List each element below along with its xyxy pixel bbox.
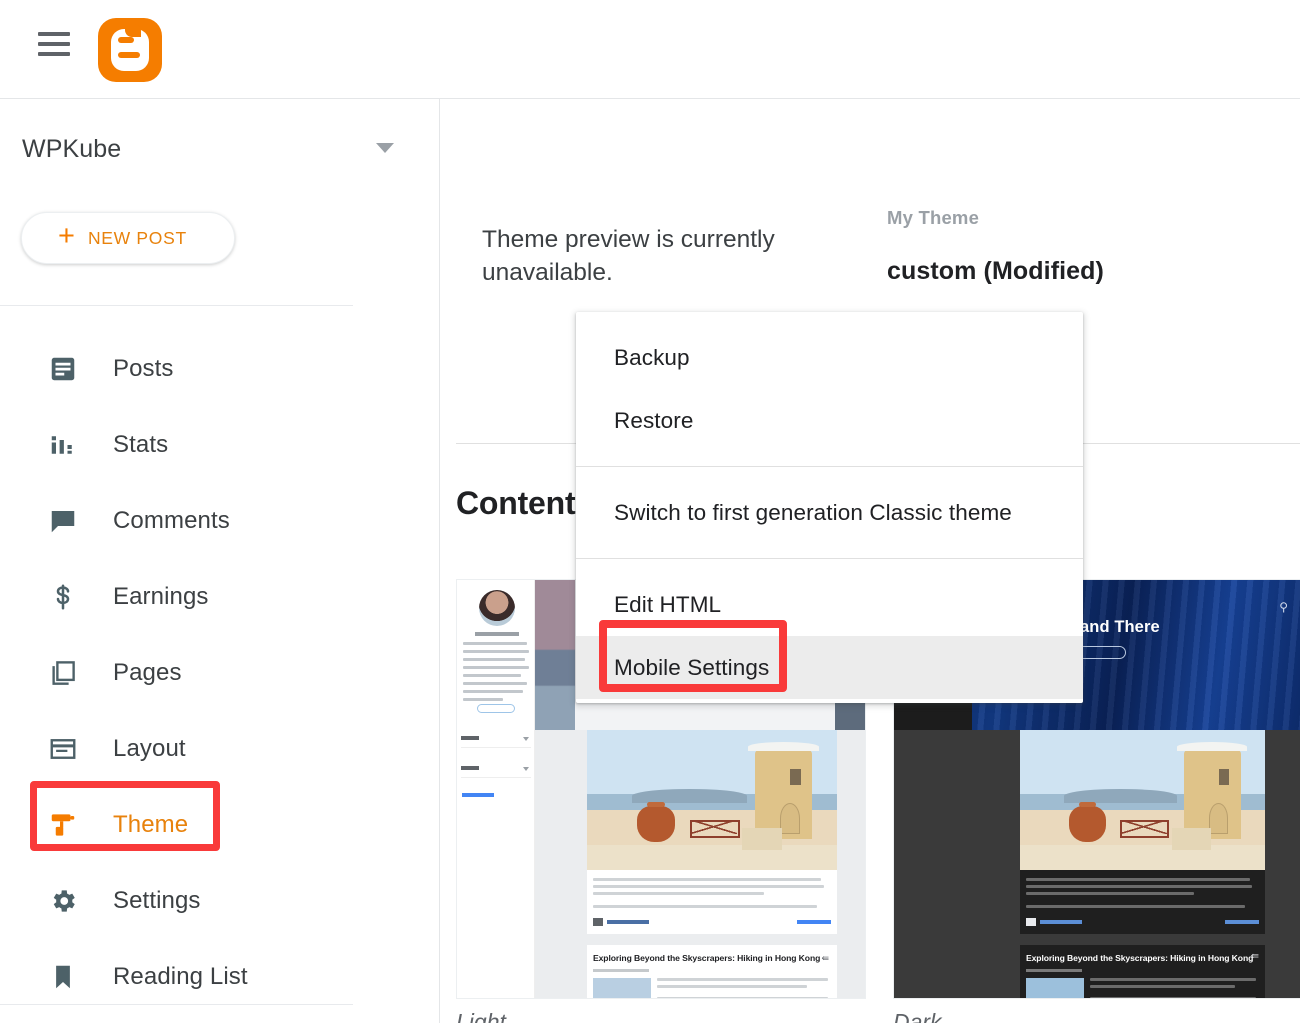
sidebar-item-label: Settings <box>113 887 201 914</box>
sidebar-divider-top <box>0 305 353 306</box>
sidebar-nav: Posts Stats Comments Earnings Pages Layo… <box>0 331 440 1015</box>
pages-icon <box>46 656 80 690</box>
menu-item-switch-classic-theme[interactable]: Switch to first generation Classic theme <box>576 481 1083 544</box>
sidebar: WPKube + NEW POST Posts Stats Comments E… <box>0 99 440 1023</box>
blogger-theme-page: WPKube + NEW POST Posts Stats Comments E… <box>0 0 1300 1023</box>
sidebar-item-label: Layout <box>113 735 186 762</box>
menu-item-label: Restore <box>614 407 694 433</box>
sidebar-item-label: Earnings <box>113 583 209 610</box>
chevron-down-icon[interactable] <box>376 143 394 153</box>
theme-post-title: Exploring Beyond the Skyscrapers: Hiking… <box>1026 953 1254 963</box>
top-app-bar <box>0 0 1300 99</box>
theme-post-title: Exploring Beyond the Skyscrapers: Hiking… <box>593 953 821 963</box>
plus-icon: + <box>58 220 75 252</box>
dollar-icon <box>46 580 80 614</box>
menu-item-backup[interactable]: Backup <box>576 326 1083 389</box>
menu-group: Backup Restore <box>576 312 1083 466</box>
menu-item-edit-html[interactable]: Edit HTML <box>576 573 1083 636</box>
theme-preview-message: Theme preview is currently unavailable. <box>482 226 775 286</box>
menu-group: Edit HTML Mobile Settings <box>576 559 1083 703</box>
sidebar-item-stats[interactable]: Stats <box>0 407 440 483</box>
layout-icon <box>46 732 80 766</box>
comments-icon <box>46 504 80 538</box>
sidebar-item-label: Pages <box>113 659 182 686</box>
sidebar-item-settings[interactable]: Settings <box>0 863 440 939</box>
sidebar-item-label: Reading List <box>113 963 248 990</box>
sidebar-item-layout[interactable]: Layout <box>0 711 440 787</box>
sidebar-item-label: Comments <box>113 507 230 534</box>
content-heading: Content <box>456 485 576 521</box>
search-icon: ⚲ <box>1279 600 1288 614</box>
menu-item-mobile-settings[interactable]: Mobile Settings <box>576 636 1083 699</box>
blog-name: WPKube <box>22 135 122 163</box>
theme-caption: Light <box>456 1009 506 1023</box>
menu-item-label: Edit HTML <box>614 591 722 617</box>
new-post-button[interactable]: + NEW POST <box>21 212 235 264</box>
sidebar-item-theme[interactable]: Theme <box>0 787 440 863</box>
new-post-label: NEW POST <box>87 227 187 248</box>
my-theme-name: custom (Modified) <box>887 257 1104 285</box>
menu-item-label: Mobile Settings <box>614 654 770 680</box>
sidebar-item-label: Posts <box>113 355 174 382</box>
sidebar-item-label: Stats <box>113 431 169 458</box>
hamburger-menu-icon[interactable] <box>38 32 70 56</box>
menu-item-restore[interactable]: Restore <box>576 389 1083 452</box>
bookmark-icon <box>46 960 80 994</box>
sidebar-item-comments[interactable]: Comments <box>0 483 440 559</box>
theme-caption: Dark <box>893 1009 942 1023</box>
sidebar-item-label: Theme <box>113 811 189 838</box>
theme-options-menu: Backup Restore Switch to first generatio… <box>576 312 1083 703</box>
menu-item-label: Backup <box>614 344 690 370</box>
blogger-logo-icon[interactable] <box>98 18 162 82</box>
sidebar-item-posts[interactable]: Posts <box>0 331 440 407</box>
sidebar-item-pages[interactable]: Pages <box>0 635 440 711</box>
stats-icon <box>46 428 80 462</box>
menu-item-label: Switch to first generation Classic theme <box>614 499 1012 525</box>
paint-roller-icon <box>46 808 80 842</box>
blog-switcher[interactable]: WPKube <box>0 99 400 195</box>
my-theme-label: My Theme <box>887 207 980 228</box>
menu-group: Switch to first generation Classic theme <box>576 467 1083 558</box>
gear-icon <box>46 884 80 918</box>
sidebar-item-earnings[interactable]: Earnings <box>0 559 440 635</box>
posts-icon <box>46 352 80 386</box>
sidebar-divider-bottom <box>0 1004 353 1005</box>
avatar <box>479 590 515 626</box>
